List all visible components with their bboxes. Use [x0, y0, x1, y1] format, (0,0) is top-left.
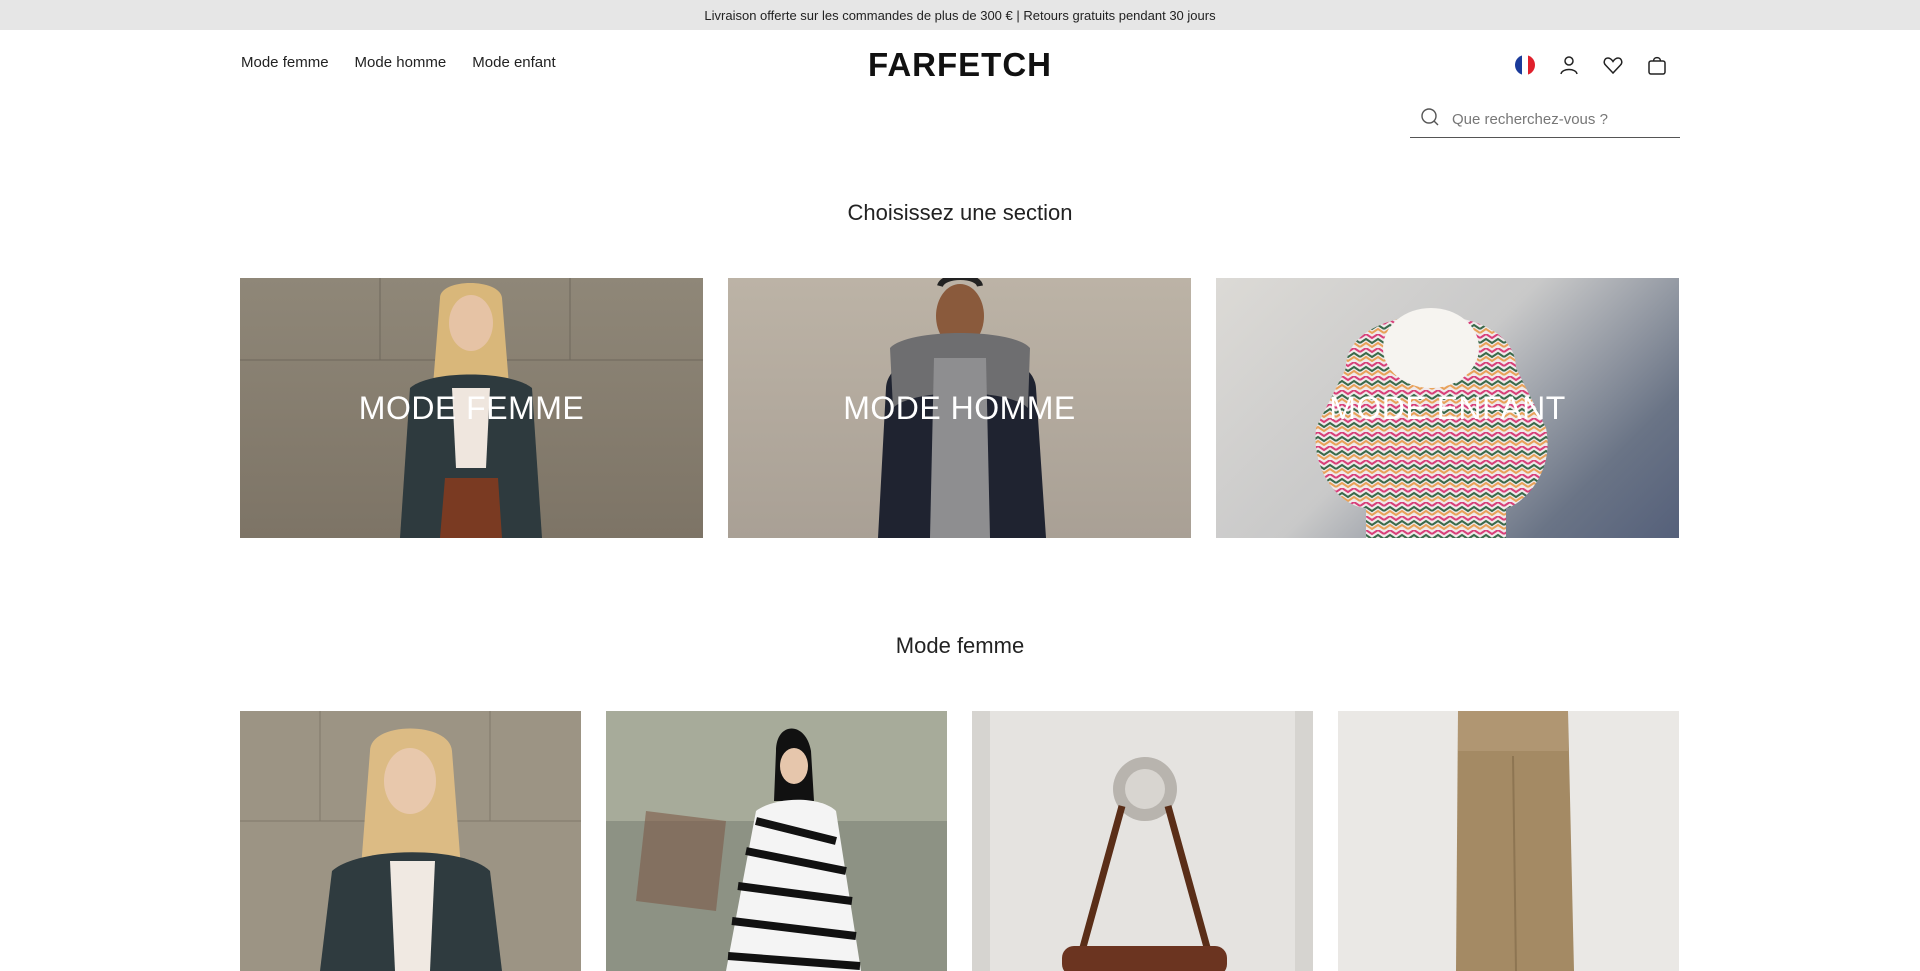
- femme-product-row: [240, 711, 1679, 971]
- wishlist-heart-icon[interactable]: [1600, 52, 1626, 78]
- section-label-enfant: MODE ENFANT: [1329, 389, 1566, 426]
- femme-tile-zebra[interactable]: [606, 711, 947, 971]
- coat-photo: [240, 711, 581, 971]
- mode-femme-heading: Mode femme: [895, 633, 1025, 658]
- france-flag-icon[interactable]: [1512, 52, 1538, 78]
- main-nav: Mode femme Mode homme Mode enfant: [241, 54, 556, 71]
- shopping-bag-icon[interactable]: [1644, 52, 1670, 78]
- account-icon[interactable]: [1556, 52, 1582, 78]
- search-input[interactable]: [1450, 110, 1654, 129]
- femme-tile-boot[interactable]: [1338, 711, 1679, 971]
- section-card-enfant[interactable]: MODE ENFANT: [1216, 278, 1679, 538]
- boot-photo: [1456, 711, 1574, 971]
- header-icons: [1512, 52, 1670, 78]
- site-header: Mode femme Mode homme Mode enfant FARFET…: [0, 30, 1920, 138]
- promo-banner: Livraison offerte sur les commandes de p…: [0, 0, 1920, 30]
- nav-mode-homme[interactable]: Mode homme: [355, 54, 447, 71]
- femme-tile-bag[interactable]: [972, 711, 1313, 971]
- section-card-femme[interactable]: MODE FEMME: [240, 278, 703, 538]
- nav-mode-femme[interactable]: Mode femme: [241, 54, 329, 71]
- farfetch-logo[interactable]: FARFETCH: [868, 46, 1052, 84]
- search-icon[interactable]: [1420, 107, 1440, 132]
- section-label-femme: MODE FEMME: [358, 389, 585, 426]
- promo-text: Livraison offerte sur les commandes de p…: [704, 7, 1216, 23]
- section-label-homme: MODE HOMME: [843, 389, 1076, 426]
- section-cards: MODE FEMME MODE HOMME MODE ENFANT: [240, 278, 1679, 538]
- bag-photo: [972, 711, 1313, 971]
- nav-mode-enfant[interactable]: Mode enfant: [472, 54, 555, 71]
- section-card-homme[interactable]: MODE HOMME: [728, 278, 1191, 538]
- section-chooser-title: Choisissez une section: [847, 200, 1073, 225]
- search-bar: [1410, 102, 1680, 138]
- zebra-photo: [606, 728, 947, 971]
- femme-tile-coat[interactable]: [240, 711, 581, 971]
